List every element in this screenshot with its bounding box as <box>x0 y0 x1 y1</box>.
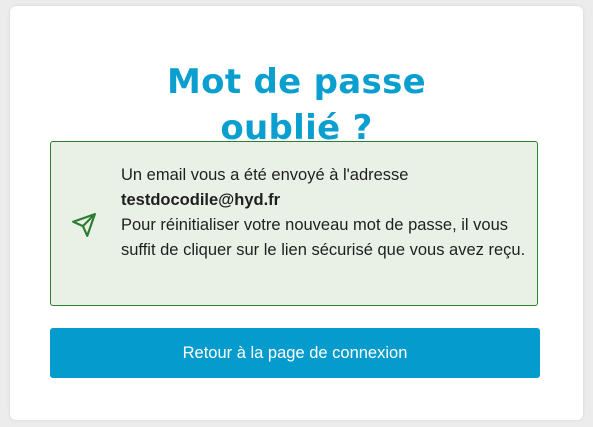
page-title: Mot de passe oublié ? <box>10 59 583 151</box>
alert-message: Un email vous a été envoyé à l'adresse t… <box>121 163 526 263</box>
success-alert: Un email vous a été envoyé à l'adresse t… <box>50 141 538 306</box>
alert-email: testdocodile@hyd.fr <box>121 191 281 209</box>
paper-plane-icon <box>71 212 97 238</box>
page-title-line-1: Mot de passe <box>167 61 426 102</box>
alert-instructions: Pour réinitialiser votre nouveau mot de … <box>121 216 526 259</box>
back-to-login-button[interactable]: Retour à la page de connexion <box>50 328 540 378</box>
alert-intro: Un email vous a été envoyé à l'adresse <box>121 166 409 184</box>
forgot-password-card: Mot de passe oublié ? Un email vous a ét… <box>10 6 583 420</box>
